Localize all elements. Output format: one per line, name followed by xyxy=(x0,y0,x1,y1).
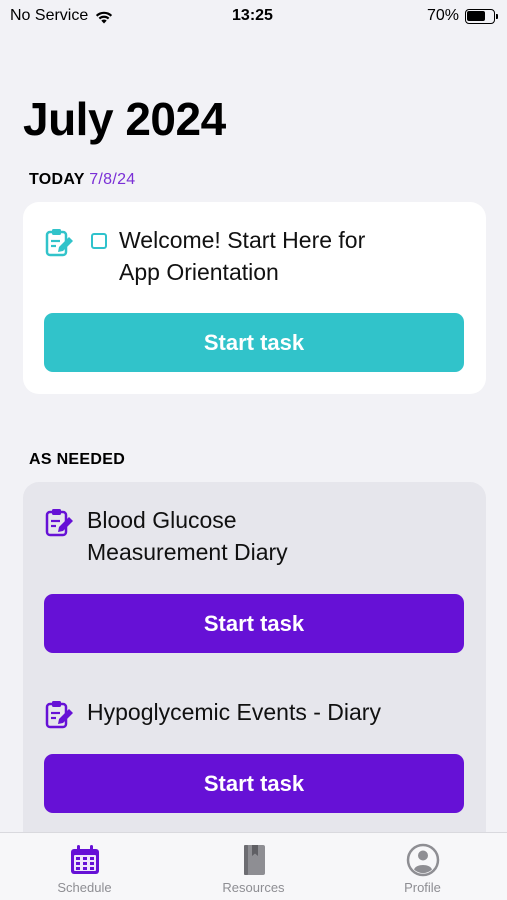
tab-schedule[interactable]: Schedule xyxy=(25,843,145,895)
clipboard-pencil-icon xyxy=(45,229,73,257)
clipboard-pencil-icon xyxy=(45,509,73,537)
tab-resources[interactable]: Resources xyxy=(194,843,314,895)
start-task-button[interactable]: Start task xyxy=(44,754,464,813)
tab-bar: Schedule Resources Profile xyxy=(0,832,507,900)
person-circle-icon xyxy=(406,843,439,877)
start-task-button[interactable]: Start task xyxy=(44,594,464,653)
carrier-label: No Service xyxy=(10,7,89,24)
battery-level xyxy=(467,11,485,21)
tab-profile[interactable]: Profile xyxy=(363,843,483,895)
today-task-card: Welcome! Start Here for App Orientation … xyxy=(23,202,486,394)
as-needed-section-label: AS NEEDED xyxy=(29,451,126,468)
tab-label: Resources xyxy=(222,880,285,895)
clipboard-pencil-icon xyxy=(45,701,73,729)
task-title: Blood Glucose Measurement Diary xyxy=(87,507,288,565)
task-checkbox[interactable] xyxy=(91,233,107,249)
wifi-icon xyxy=(96,11,113,23)
task-title: Welcome! Start Here for App Orientation xyxy=(119,227,366,285)
calendar-icon xyxy=(70,845,99,874)
task-title: Hypoglycemic Events - Diary xyxy=(87,699,381,725)
task-row: Welcome! Start Here for App Orientation xyxy=(43,224,365,288)
book-icon xyxy=(243,845,265,875)
battery-percent: 70% xyxy=(426,7,459,24)
today-section-label: TODAY 7/8/24 xyxy=(29,171,136,189)
clock: 13:25 xyxy=(232,7,273,24)
status-bar: No Service 13:25 70% xyxy=(0,0,507,32)
task-row: Blood Glucose Measurement Diary xyxy=(43,504,288,568)
today-date: 7/8/24 xyxy=(89,171,136,188)
page-title: July 2024 xyxy=(23,93,226,145)
schedule-screen: No Service 13:25 70% July 2024 TODAY 7/8… xyxy=(0,0,507,900)
task-row: Hypoglycemic Events - Diary xyxy=(43,696,381,730)
battery-icon xyxy=(464,8,498,24)
tab-label: Schedule xyxy=(57,880,112,895)
start-task-button[interactable]: Start task xyxy=(44,313,464,372)
today-label: TODAY xyxy=(29,171,85,188)
as-needed-card: Blood Glucose Measurement Diary Start ta… xyxy=(23,482,486,842)
tab-label: Profile xyxy=(404,880,441,895)
